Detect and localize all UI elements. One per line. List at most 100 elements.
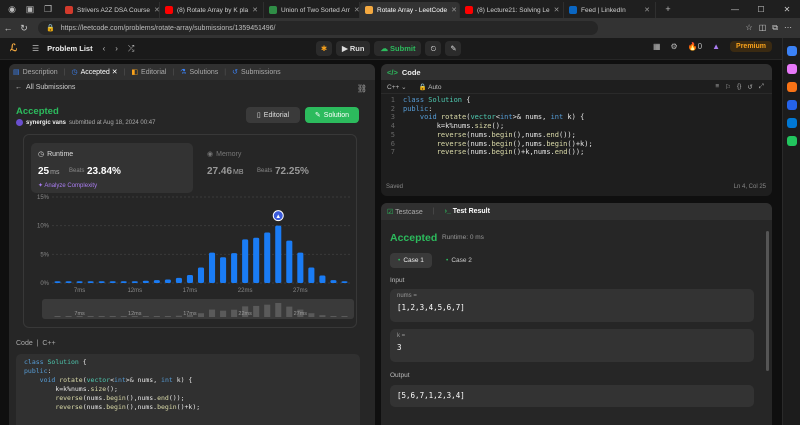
editorial-button[interactable]: ▯ Editorial	[246, 107, 300, 123]
bookmark-icon[interactable]: ⚐	[725, 83, 731, 91]
streak-counter[interactable]: 🔥0	[688, 42, 702, 51]
close-tab-icon[interactable]: ✕	[350, 6, 359, 14]
shopping-sidebar-icon[interactable]	[786, 82, 797, 92]
code-line[interactable]: 1 class Solution {	[381, 96, 772, 105]
outlook-sidebar-icon[interactable]	[786, 118, 797, 128]
chart-bar[interactable]	[98, 281, 105, 283]
browser-tab[interactable]: Rotate Array - LeetCode ✕	[360, 2, 460, 18]
notes-icon[interactable]: ✎	[445, 41, 462, 56]
tab-solutions[interactable]: ⚗ Solutions	[180, 68, 218, 77]
auto-mode-toggle[interactable]: 🔒 Auto	[419, 83, 442, 91]
code-editor[interactable]: 1 class Solution {2 public: 3 void rotate(v…	[381, 96, 772, 176]
new-tab-icon[interactable]: +	[662, 3, 674, 15]
layout-icon[interactable]: ▦	[653, 42, 661, 51]
next-problem-icon[interactable]: ›	[115, 44, 118, 53]
problem-list-link[interactable]: Problem List	[47, 44, 92, 53]
solution-button[interactable]: ✎ Solution	[305, 107, 359, 123]
browser-tab[interactable]: Union of Two Sorted Arr ✕	[264, 2, 360, 18]
chart-bar[interactable]	[54, 281, 61, 283]
minimize-icon[interactable]: —	[722, 5, 748, 14]
debug-icon[interactable]: ✱	[316, 41, 332, 56]
chart-bar[interactable]	[65, 281, 72, 283]
chart-bar[interactable]	[319, 275, 326, 283]
chart-bar[interactable]	[175, 277, 182, 283]
timer-icon[interactable]: ⏲	[425, 41, 442, 56]
chart-bar[interactable]	[76, 281, 83, 283]
profile-icon[interactable]: ◉	[6, 3, 18, 15]
runtime-card[interactable]: ◷ Runtime 25ms Beats 23.84% ✦ Analyze Com…	[31, 143, 193, 193]
code-line[interactable]: 2 public:	[381, 105, 772, 114]
chart-bar[interactable]	[197, 267, 205, 283]
tab-submissions[interactable]: ↺ Submissions	[232, 68, 281, 77]
favorites-icon[interactable]: ☆	[746, 23, 753, 33]
chart-bar[interactable]	[308, 267, 315, 283]
chart-bar[interactable]	[109, 281, 116, 283]
run-button[interactable]: ▶ Run	[336, 41, 371, 56]
tools-sidebar-icon[interactable]	[786, 100, 797, 110]
settings-icon[interactable]: ⚙	[671, 42, 678, 51]
url-field[interactable]: 🔒 https://leetcode.com/problems/rotate-a…	[38, 21, 598, 35]
chart-bar[interactable]	[275, 225, 282, 283]
chart-bar[interactable]	[131, 281, 138, 283]
close-tab-icon[interactable]: ✕	[550, 6, 560, 14]
chart-bar[interactable]	[286, 240, 293, 283]
right-scrollbar[interactable]	[766, 231, 769, 371]
code-line[interactable]: 6 reverse(nums.begin(),nums.begin()+k);	[381, 140, 772, 149]
code-line[interactable]: 7 reverse(nums.begin()+k,nums.end());	[381, 148, 772, 157]
tab-test-result[interactable]: ›_ Test Result	[445, 208, 490, 215]
chart-bar[interactable]	[242, 239, 249, 283]
analyze-complexity-link[interactable]: ✦ Analyze Complexity	[38, 182, 97, 189]
link-icon[interactable]: ⛓	[357, 84, 367, 93]
tab-actions-icon[interactable]: ❐	[42, 3, 54, 15]
chart-bar[interactable]	[297, 252, 304, 283]
chart-bar[interactable]	[153, 280, 160, 283]
code-line[interactable]: 5 reverse(nums.begin(),nums.end());	[381, 131, 772, 140]
tab-testcase[interactable]: ☑ Testcase	[387, 208, 423, 216]
chart-bar[interactable]	[87, 281, 94, 283]
back-icon[interactable]: ←	[0, 23, 16, 33]
tab-accepted[interactable]: ◷ Accepted ✕	[71, 68, 118, 77]
all-submissions-link[interactable]: ← All Submissions	[15, 84, 75, 91]
problem-list-icon[interactable]: ☰	[32, 44, 39, 53]
browser-tab[interactable]: (8) Rotate Array by K pla ✕	[160, 2, 264, 18]
chart-bar[interactable]	[142, 280, 149, 283]
leetcode-logo-icon[interactable]: ℒ	[10, 43, 22, 55]
copilot-sidebar-icon[interactable]	[786, 64, 797, 74]
extensions-icon[interactable]: ⋯	[784, 23, 792, 33]
chart-bar[interactable]	[264, 232, 271, 283]
workspaces-icon[interactable]: ▣	[24, 3, 36, 15]
braces-icon[interactable]: {}	[737, 83, 741, 91]
close-tab-icon[interactable]: ✕	[248, 6, 258, 14]
chart-bar[interactable]	[220, 257, 227, 283]
tab-description[interactable]: ▤ Description	[13, 68, 58, 77]
collections-icon[interactable]: ⧉	[772, 23, 778, 33]
username[interactable]: synergic vans	[26, 120, 66, 126]
premium-button[interactable]: Premium	[730, 41, 772, 52]
code-line[interactable]: 3 void rotate(vector<int>& nums, int k) …	[381, 113, 772, 122]
maximize-icon[interactable]: ☐	[748, 5, 774, 14]
search-sidebar-icon[interactable]	[786, 46, 797, 56]
chart-bar[interactable]	[330, 280, 337, 283]
fullscreen-icon[interactable]: ⤢	[759, 83, 764, 91]
close-tab-icon[interactable]: ✕	[112, 68, 118, 76]
case-2-button[interactable]: • Case 2	[438, 253, 480, 268]
submit-button[interactable]: ☁ Submit	[374, 41, 422, 56]
drop-sidebar-icon[interactable]	[786, 136, 797, 146]
close-tab-icon[interactable]: ✕	[640, 6, 650, 14]
browser-tab[interactable]: (8) Lecture21: Solving Le ✕	[460, 2, 564, 18]
chart-bar[interactable]	[120, 281, 127, 283]
language-select[interactable]: C++ ⌄	[387, 83, 407, 91]
chart-bar[interactable]	[253, 237, 260, 283]
refresh-icon[interactable]: ↻	[16, 23, 32, 34]
reset-icon[interactable]: ↺	[747, 83, 752, 91]
chart-bar[interactable]	[341, 281, 348, 283]
memory-card[interactable]: ◉ Memory 27.46MB Beats 72.25%	[200, 143, 350, 193]
browser-tab[interactable]: Feed | LinkedIn ✕	[564, 2, 656, 18]
close-window-icon[interactable]: ✕	[774, 5, 800, 14]
close-tab-icon[interactable]: ✕	[447, 6, 457, 14]
browser-tab[interactable]: Strivers A2Z DSA Course ✕	[60, 2, 160, 18]
close-tab-icon[interactable]: ✕	[150, 6, 159, 14]
chart-bar[interactable]	[186, 274, 193, 283]
chart-bar[interactable]	[231, 253, 238, 283]
tab-editorial[interactable]: ◧ Editorial	[131, 68, 166, 77]
